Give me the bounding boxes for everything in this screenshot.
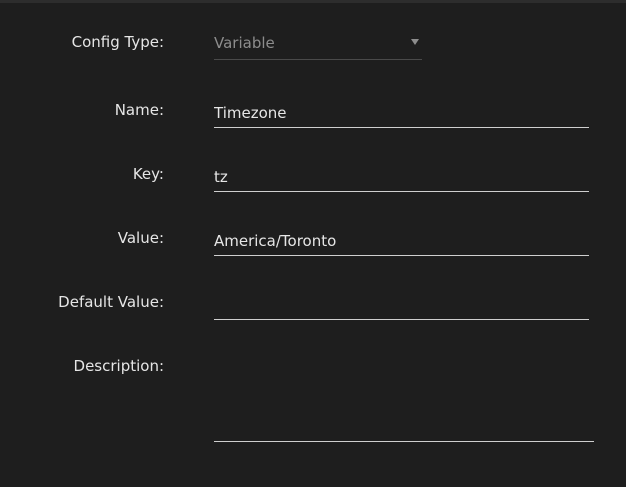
key-input[interactable] [214, 162, 589, 191]
top-divider [0, 0, 626, 3]
chevron-down-icon [408, 35, 422, 49]
config-type-value: Variable [214, 34, 275, 52]
value-label: Value: [117, 229, 164, 247]
config-form-panel: Config Type: Variable Name: Key: Value: … [0, 0, 626, 487]
description-field[interactable] [214, 350, 594, 442]
name-label: Name: [114, 101, 164, 119]
description-textarea[interactable] [214, 350, 594, 441]
default-value-label: Default Value: [58, 293, 164, 311]
default-value-field[interactable] [214, 290, 589, 320]
default-value-input[interactable] [214, 290, 589, 319]
key-label: Key: [132, 165, 164, 183]
description-label: Description: [73, 357, 164, 375]
name-field[interactable] [214, 98, 589, 128]
name-input[interactable] [214, 98, 589, 127]
key-field[interactable] [214, 162, 589, 192]
value-field[interactable] [214, 226, 589, 256]
value-input[interactable] [214, 226, 589, 255]
config-type-select[interactable]: Variable [214, 28, 422, 60]
config-type-label: Config Type: [71, 33, 164, 51]
